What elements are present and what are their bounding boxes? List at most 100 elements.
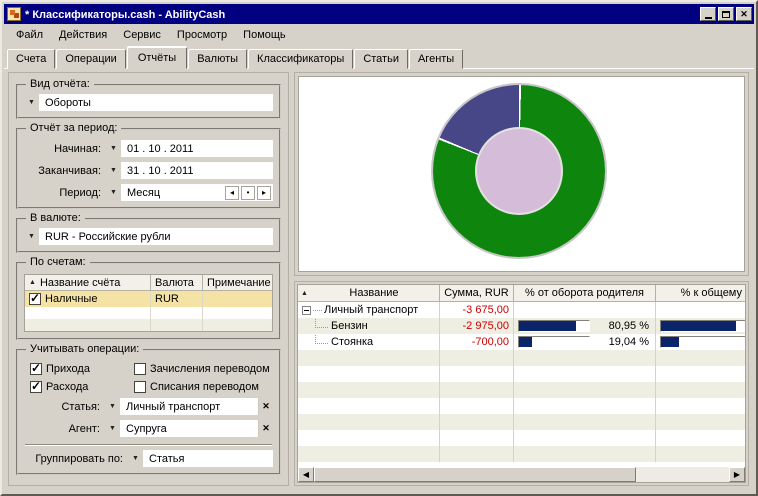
row-name: Бензин	[331, 320, 368, 332]
report-type-label: Вид отчёта:	[26, 78, 94, 90]
agent-combobox[interactable]: ▼ Супруга ✕	[105, 420, 273, 437]
category-clear-button[interactable]: ✕	[258, 398, 273, 415]
chevron-down-icon: ▼	[109, 425, 116, 432]
tab-bar: Счета Операции Отчёты Валюты Классификат…	[4, 45, 754, 68]
tab-accounts[interactable]: Счета	[7, 49, 55, 69]
collapse-icon[interactable]	[302, 306, 311, 315]
report-table-header: ▲Название Сумма, RUR % от оборота родите…	[298, 285, 745, 302]
account-note	[203, 291, 272, 307]
dropdown-arrow-button[interactable]: ▼	[106, 184, 121, 201]
menu-service[interactable]: Сервис	[115, 27, 169, 43]
operations-group-label: Учитывать операции:	[26, 343, 143, 355]
tree-branch-icon	[315, 335, 328, 344]
accounts-group: По счетам: ▲Название счёта Валюта Примеч…	[16, 262, 281, 340]
app-window: * Классификаторы.cash - AbilityCash ✕ Фа…	[0, 0, 758, 496]
dropdown-arrow-button[interactable]: ▼	[106, 140, 121, 157]
period-group-label: Отчёт за период:	[26, 122, 121, 134]
dropdown-arrow-button[interactable]: ▼	[105, 398, 120, 415]
period-start-label: Начиная:	[24, 143, 106, 155]
dropdown-arrow-button[interactable]: ▼	[105, 420, 120, 437]
minimize-button[interactable]	[700, 7, 716, 21]
sort-asc-icon: ▲	[301, 290, 308, 297]
pie-chart-hole	[475, 127, 563, 215]
row-sum: -700,00	[440, 334, 514, 350]
tab-agents[interactable]: Агенты	[409, 49, 463, 69]
account-checkbox[interactable]	[29, 293, 41, 305]
sort-asc-icon: ▲	[29, 279, 36, 286]
chart-panel	[294, 72, 749, 276]
tab-reports[interactable]: Отчёты	[127, 47, 187, 69]
percent-value: 80,95 %	[590, 320, 655, 332]
empty-row	[298, 382, 745, 398]
close-button[interactable]: ✕	[736, 7, 752, 21]
row-name: Стоянка	[331, 336, 373, 348]
period-end-label: Заканчивая:	[24, 165, 106, 177]
transfer-in-checkbox[interactable]	[134, 363, 146, 375]
col-sum[interactable]: Сумма, RUR	[440, 285, 514, 302]
period-next-button[interactable]: ▸	[257, 186, 271, 200]
dropdown-arrow-button[interactable]: ▼	[24, 94, 39, 111]
table-row-parent[interactable]: Личный транспорт -3 675,00	[298, 302, 745, 318]
group-by-label: Группировать по:	[24, 453, 128, 465]
currency-value: RUR - Российские рубли	[45, 231, 273, 243]
scroll-right-icon: ▶	[734, 471, 740, 479]
scroll-left-icon: ◀	[303, 471, 309, 479]
report-type-value: Обороты	[45, 97, 273, 109]
accounts-group-label: По счетам:	[26, 256, 90, 268]
table-row-child[interactable]: Стоянка -700,00 19,04 %	[298, 334, 745, 350]
category-value: Личный транспорт	[126, 401, 258, 413]
col-name[interactable]: ▲Название	[298, 285, 440, 302]
scrollbar-track[interactable]	[636, 467, 729, 482]
app-icon[interactable]	[7, 7, 21, 21]
chevron-down-icon: ▼	[132, 455, 139, 462]
tab-currencies[interactable]: Валюты	[188, 49, 247, 69]
pie-chart[interactable]	[433, 85, 605, 257]
scroll-right-button[interactable]: ▶	[729, 467, 745, 482]
minimize-icon	[705, 17, 712, 19]
menu-actions[interactable]: Действия	[51, 27, 115, 43]
menu-help[interactable]: Помощь	[235, 27, 294, 43]
group-by-combobox[interactable]: ▼ Статья	[128, 450, 273, 467]
tab-categories[interactable]: Статьи	[354, 49, 408, 69]
tab-classifiers[interactable]: Классификаторы	[248, 49, 353, 69]
period-current-button[interactable]: •	[241, 186, 255, 200]
menu-view[interactable]: Просмотр	[169, 27, 235, 43]
agent-clear-button[interactable]: ✕	[258, 420, 273, 437]
expense-checkbox[interactable]	[30, 381, 42, 393]
income-checkbox[interactable]	[30, 363, 42, 375]
empty-row	[298, 398, 745, 414]
category-combobox[interactable]: ▼ Личный транспорт ✕	[105, 398, 273, 415]
period-start-field[interactable]: ▼ 01 . 10 . 2011	[106, 140, 273, 157]
account-row-cash[interactable]: Наличные RUR	[25, 291, 272, 307]
chevron-down-icon: ▼	[110, 189, 117, 196]
menu-file[interactable]: Файл	[8, 27, 51, 43]
period-step-combobox[interactable]: ▼ Месяц ◂ • ▸	[106, 184, 273, 201]
tree-branch-icon	[315, 319, 328, 328]
scroll-left-button[interactable]: ◀	[298, 467, 314, 482]
report-table-panel: ▲Название Сумма, RUR % от оборота родите…	[294, 281, 749, 486]
accounts-col-note[interactable]: Примечание	[203, 275, 272, 291]
empty-row	[25, 307, 272, 319]
report-type-combobox[interactable]: ▼ Обороты	[24, 94, 273, 111]
row-sum: -3 675,00	[440, 302, 514, 318]
empty-row	[298, 430, 745, 446]
currency-combobox[interactable]: ▼ RUR - Российские рубли	[24, 228, 273, 245]
dropdown-arrow-button[interactable]: ▼	[106, 162, 121, 179]
col-total-pct[interactable]: % к общему	[656, 285, 745, 302]
period-group: Отчёт за период: Начиная: ▼ 01 . 10 . 20…	[16, 128, 281, 209]
period-end-field[interactable]: ▼ 31 . 10 . 2011	[106, 162, 273, 179]
dropdown-arrow-button[interactable]: ▼	[128, 450, 143, 467]
account-name: Наличные	[45, 293, 97, 305]
accounts-col-currency[interactable]: Валюта	[151, 275, 203, 291]
period-prev-button[interactable]: ◂	[225, 186, 239, 200]
transfer-out-checkbox[interactable]	[134, 381, 146, 393]
accounts-col-name[interactable]: ▲Название счёта	[25, 275, 151, 291]
table-row-child[interactable]: Бензин -2 975,00 80,95 %	[298, 318, 745, 334]
chevron-down-icon: ▼	[28, 233, 35, 240]
col-parent-pct[interactable]: % от оборота родителя	[514, 285, 656, 302]
tab-operations[interactable]: Операции	[56, 49, 125, 69]
horizontal-scrollbar[interactable]: ◀ ▶	[297, 467, 746, 483]
scrollbar-thumb[interactable]	[314, 467, 636, 482]
dropdown-arrow-button[interactable]: ▼	[24, 228, 39, 245]
maximize-button[interactable]	[718, 7, 734, 21]
